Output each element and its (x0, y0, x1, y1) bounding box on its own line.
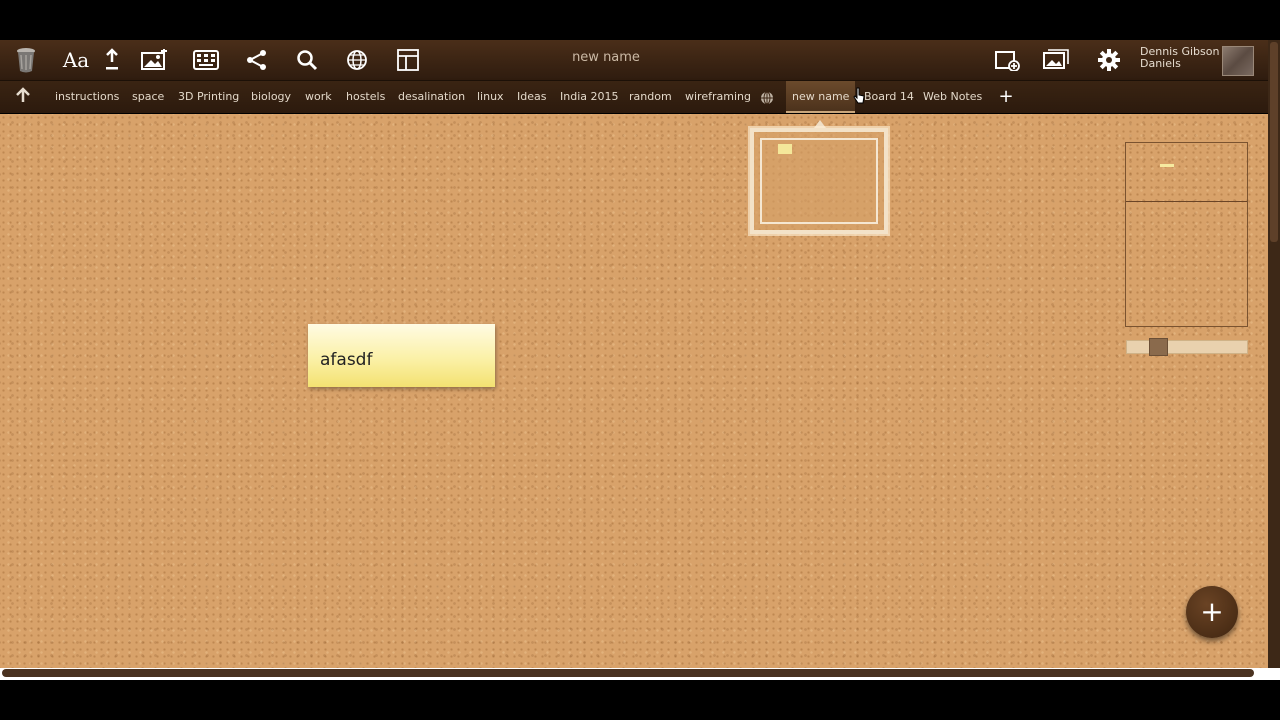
minimap[interactable] (1125, 142, 1248, 327)
tab-space[interactable]: space (132, 81, 164, 113)
board-title[interactable]: new name (520, 50, 692, 65)
minimap-viewport[interactable] (1126, 143, 1247, 202)
tab-3d-printing[interactable]: 3D Printing (178, 81, 239, 113)
mouse-cursor-icon (853, 87, 865, 109)
upload-icon (104, 48, 120, 72)
board-preview-thumbnail (748, 126, 890, 236)
trash-button[interactable] (10, 44, 42, 76)
gallery-icon (1042, 49, 1070, 71)
tab-desalination[interactable]: desalination (398, 81, 465, 113)
vertical-scrollbar-thumb[interactable] (1270, 42, 1278, 242)
add-tab-button[interactable]: + (996, 87, 1016, 107)
search-button[interactable] (291, 44, 323, 76)
layout-icon (396, 48, 420, 72)
font-icon: Aa (62, 48, 90, 72)
add-note-button[interactable]: + (1186, 586, 1238, 638)
globe-icon (346, 49, 368, 71)
sticky-note-text[interactable]: afasdf (320, 350, 372, 370)
up-arrow-button[interactable] (12, 87, 34, 107)
user-name-line2: Daniels (1140, 57, 1181, 70)
image-icon (140, 49, 168, 71)
board-tabs: instructions space 3D Printing biology w… (0, 81, 1268, 113)
letterbox-bottom (0, 680, 1280, 720)
horizontal-scrollbar-thumb[interactable] (2, 669, 1254, 677)
new-board-button[interactable] (991, 44, 1023, 76)
tab-web-notes[interactable]: Web Notes (923, 81, 982, 113)
top-toolbar: Aa new name Dennis Gibson Daniels (0, 40, 1268, 81)
keyboard-icon (193, 50, 219, 70)
trash-icon (15, 47, 37, 73)
zoom-slider-thumb[interactable] (1149, 338, 1168, 356)
new-board-icon (994, 49, 1020, 71)
share-button[interactable] (241, 44, 273, 76)
board-preview-note (778, 144, 792, 154)
arrow-up-icon (15, 87, 31, 107)
layout-button[interactable] (392, 44, 424, 76)
search-icon (296, 49, 318, 71)
globe-icon (760, 90, 776, 105)
tab-new-name[interactable]: new name (786, 81, 856, 113)
tab-hostels[interactable]: hostels (346, 81, 385, 113)
tab-random[interactable]: random (629, 81, 672, 113)
tab-ideas[interactable]: Ideas (517, 81, 546, 113)
preview-pointer (814, 120, 826, 128)
tab-instructions[interactable]: instructions (55, 81, 119, 113)
tab-india-2015[interactable]: India 2015 (560, 81, 619, 113)
letterbox-top (0, 0, 1280, 40)
zoom-slider[interactable] (1126, 338, 1248, 356)
scrollbar-corner (1268, 668, 1280, 680)
gear-icon (1097, 48, 1121, 72)
minimap-note (1160, 164, 1174, 167)
add-image-button[interactable] (138, 44, 170, 76)
upload-button[interactable] (96, 44, 128, 76)
sticky-note[interactable]: afasdf (308, 324, 495, 387)
tab-linux[interactable]: linux (477, 81, 504, 113)
vertical-scrollbar[interactable] (1268, 40, 1280, 680)
user-name[interactable]: Dennis Gibson Daniels (1140, 46, 1222, 70)
keyboard-button[interactable] (190, 44, 222, 76)
tab-biology[interactable]: biology (251, 81, 291, 113)
tab-board-14[interactable]: Board 14 (864, 81, 914, 113)
font-button[interactable]: Aa (60, 44, 92, 76)
horizontal-scrollbar[interactable] (0, 668, 1268, 680)
share-icon (246, 49, 268, 71)
tab-wireframing[interactable]: wireframing (685, 81, 751, 113)
gallery-button[interactable] (1040, 44, 1072, 76)
tab-work[interactable]: work (305, 81, 332, 113)
settings-button[interactable] (1093, 44, 1125, 76)
publish-button[interactable] (341, 44, 373, 76)
app-window: Aa new name Dennis Gibson Daniels instru… (0, 40, 1280, 680)
avatar[interactable] (1222, 46, 1254, 76)
corkboard[interactable]: afasdf + (0, 114, 1268, 668)
